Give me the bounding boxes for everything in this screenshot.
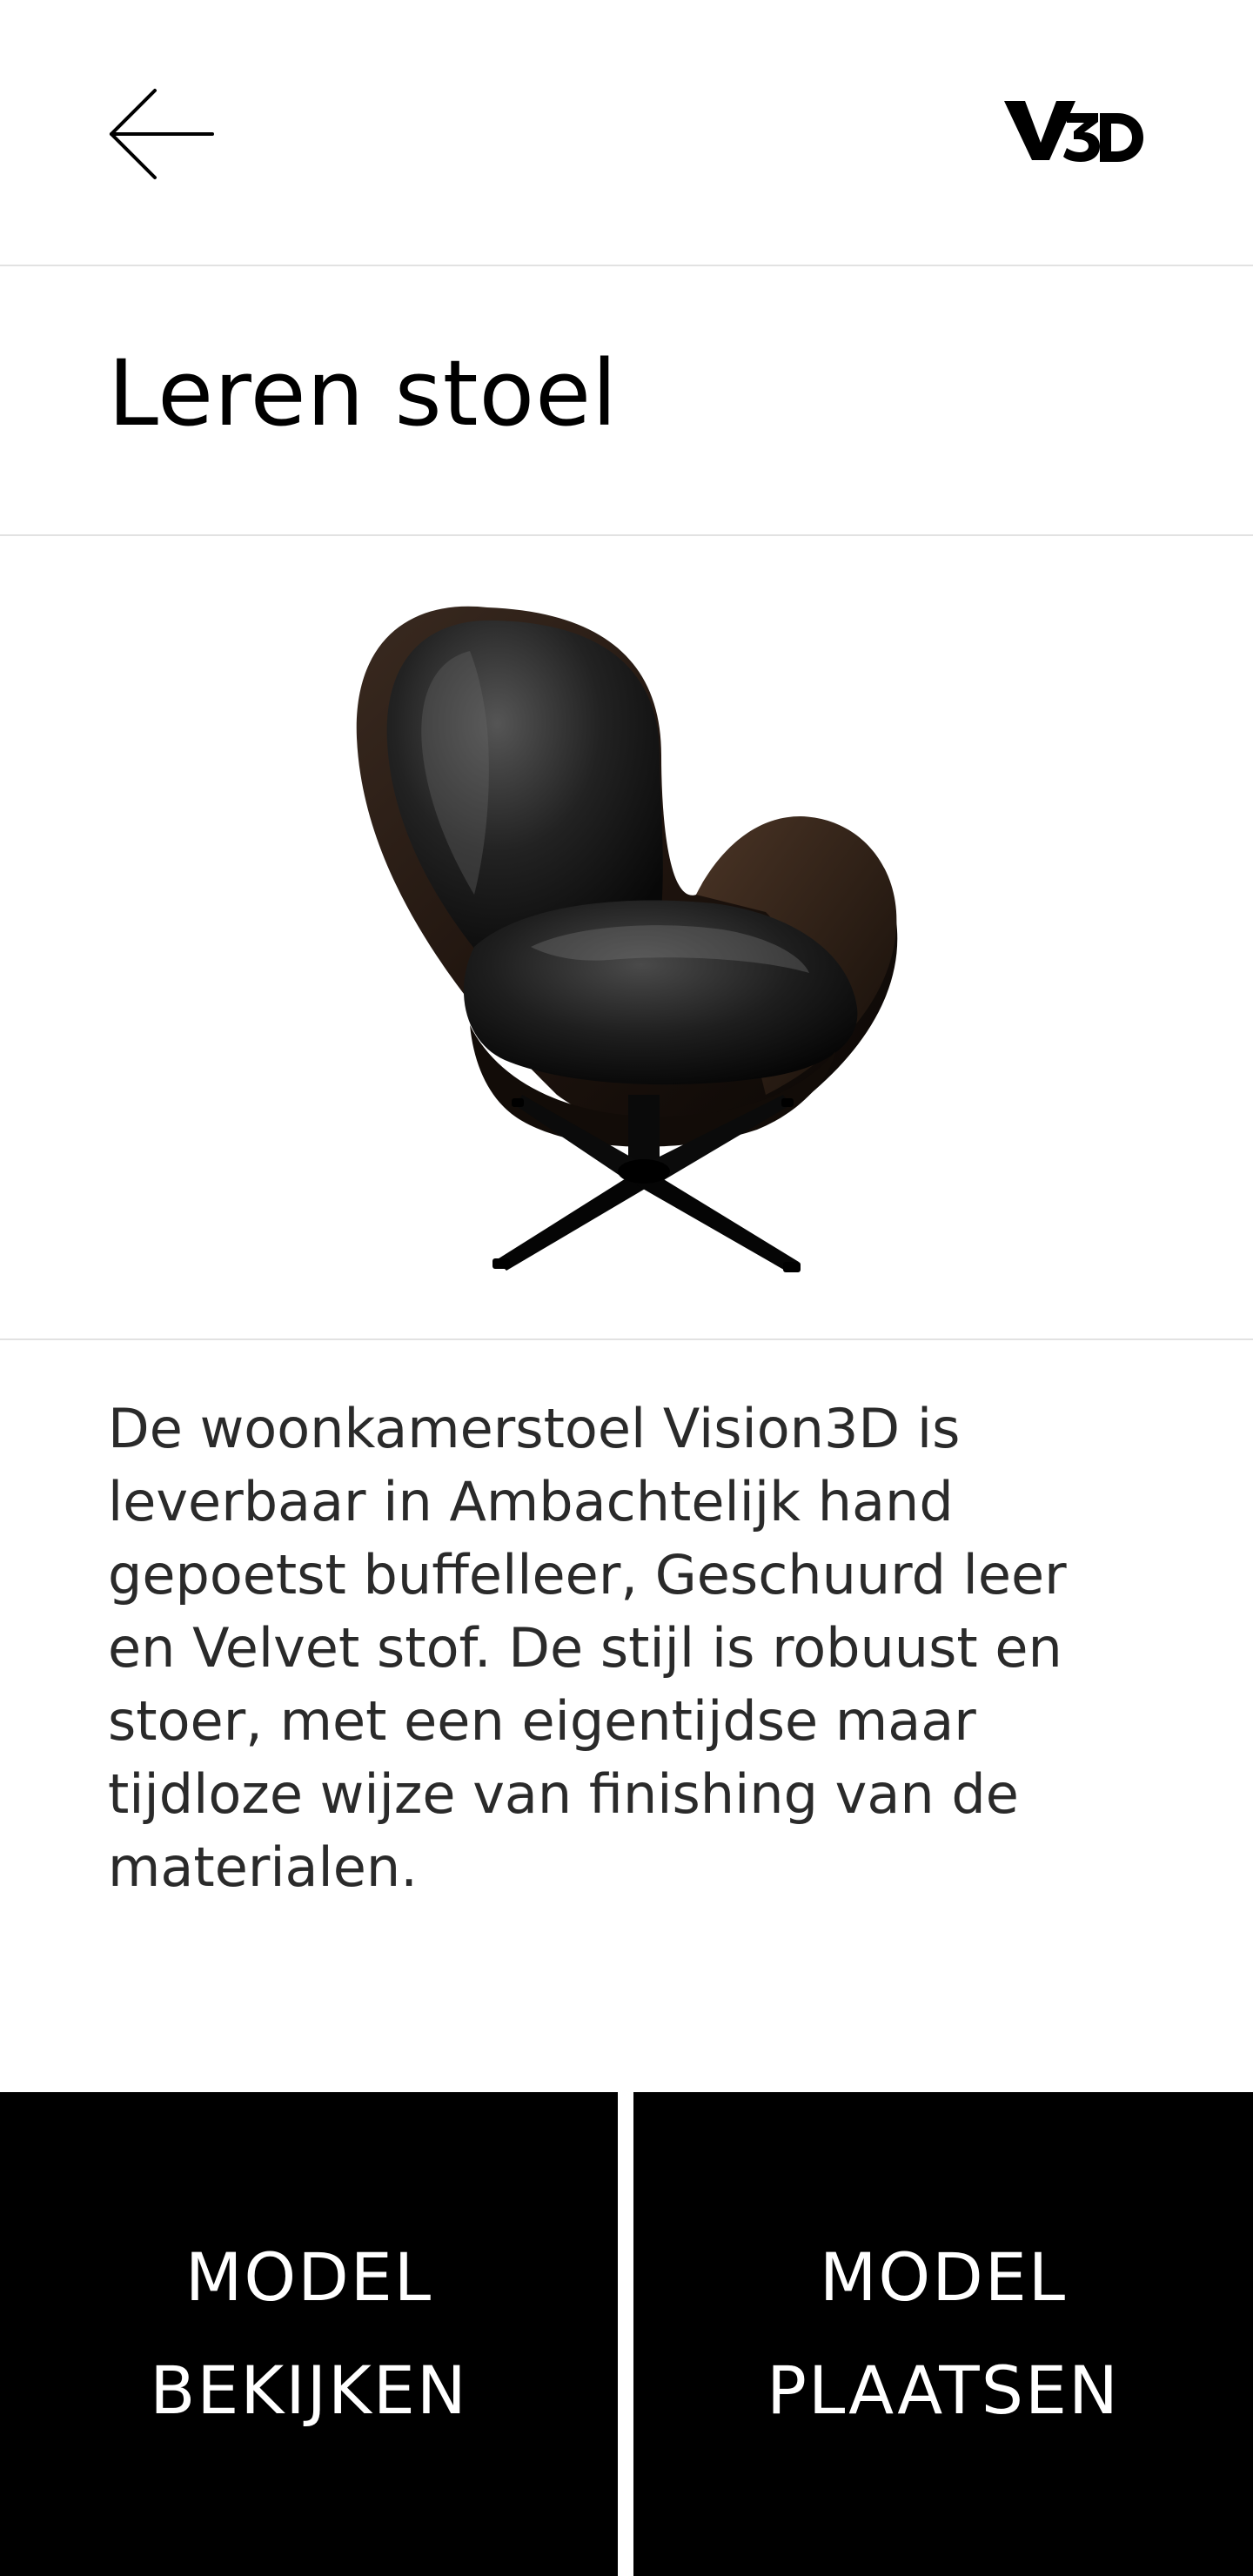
product-detail-screen: Leren stoel De woonkamerstoel Vision3D i… bbox=[0, 0, 1253, 2576]
arrow-left-icon bbox=[110, 89, 214, 179]
place-model-label-line1: MODEL bbox=[819, 2238, 1068, 2316]
back-button[interactable] bbox=[96, 78, 226, 191]
view-model-button[interactable]: MODEL BEKIJKEN bbox=[0, 2092, 618, 2576]
view-model-label-line1: MODEL bbox=[184, 2238, 433, 2316]
product-description: De woonkamerstoel Vision3D is leverbaar … bbox=[108, 1397, 1067, 1899]
page-title: Leren stoel bbox=[108, 340, 618, 446]
view-model-label-line2: BEKIJKEN bbox=[150, 2351, 468, 2429]
leather-swivel-chair bbox=[356, 606, 898, 1272]
app-header bbox=[0, 0, 1253, 266]
place-model-label-line2: PLAATSEN bbox=[767, 2351, 1120, 2429]
action-bar: MODEL BEKIJKEN MODEL PLAATSEN bbox=[0, 2092, 1253, 2576]
v3d-logo bbox=[1002, 89, 1150, 176]
place-model-button[interactable]: MODEL PLAATSEN bbox=[633, 2092, 1253, 2576]
title-section: Leren stoel bbox=[0, 268, 1253, 536]
product-image bbox=[0, 538, 1253, 1340]
